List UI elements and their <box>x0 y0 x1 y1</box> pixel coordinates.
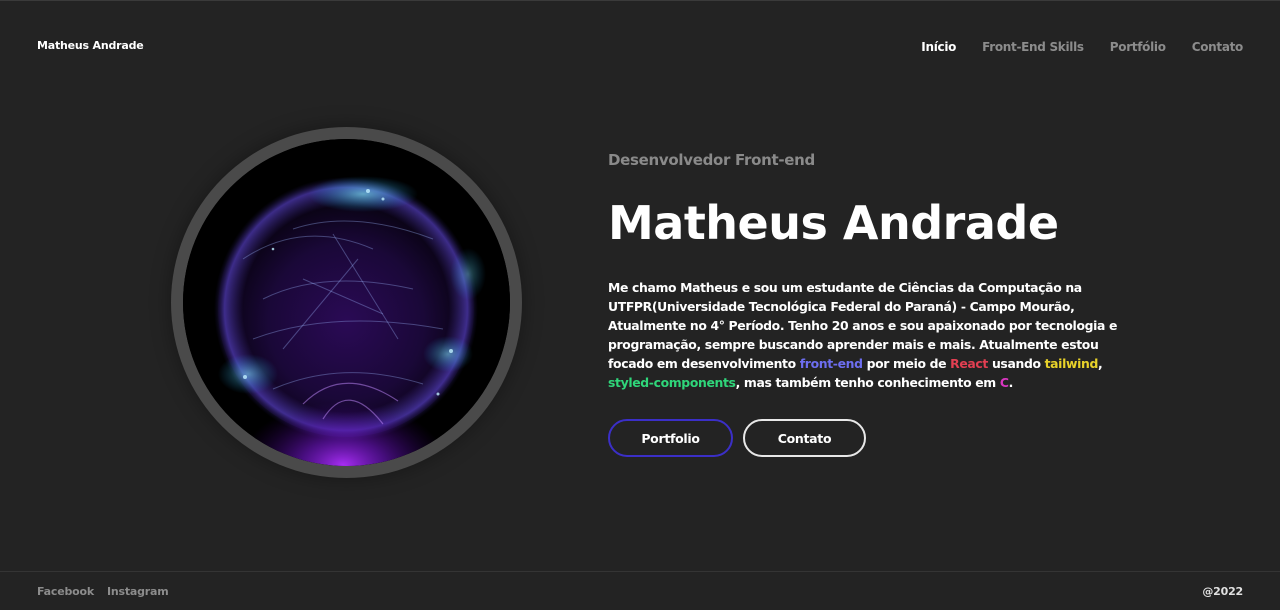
instagram-link[interactable]: Instagram <box>107 585 169 598</box>
highlight-react: React <box>950 356 988 371</box>
about-text-part: usando <box>988 356 1045 371</box>
particle-sphere-icon <box>183 139 510 466</box>
top-border <box>0 0 1280 1</box>
footer-social-links: Facebook Instagram <box>37 585 169 598</box>
portfolio-button[interactable]: Portfolio <box>608 419 733 457</box>
about-text-part: , mas também tenho conhecimento em <box>735 375 1000 390</box>
hero-subtitle: Desenvolvedor Front-end <box>608 151 815 169</box>
contato-button[interactable]: Contato <box>743 419 866 457</box>
highlight-c: C <box>999 375 1009 390</box>
copyright: @2022 <box>1202 585 1243 598</box>
brand-name[interactable]: Matheus Andrade <box>37 39 144 52</box>
about-text-part: por meio de <box>862 356 951 371</box>
nav-front-end-skills[interactable]: Front-End Skills <box>982 40 1084 54</box>
avatar-frame <box>171 127 522 478</box>
avatar-image <box>183 139 510 466</box>
nav-inicio[interactable]: Início <box>921 40 956 54</box>
footer-divider <box>0 571 1280 572</box>
main-nav: Início Front-End Skills Portfólio Contat… <box>921 40 1243 54</box>
highlight-tailwind: tailwind <box>1044 356 1099 371</box>
about-text: Me chamo Matheus e sou um estudante de C… <box>608 278 1138 392</box>
highlight-styled-components: styled-components <box>608 375 736 390</box>
highlight-front-end: front-end <box>799 356 863 371</box>
about-text-part: , <box>1097 356 1103 371</box>
nav-portfolio[interactable]: Portfólio <box>1110 40 1166 54</box>
hero-title: Matheus Andrade <box>608 196 1059 250</box>
facebook-link[interactable]: Facebook <box>37 585 94 598</box>
page: Matheus Andrade Início Front-End Skills … <box>0 0 1280 610</box>
nav-contato[interactable]: Contato <box>1192 40 1244 54</box>
about-text-part: . <box>1008 375 1014 390</box>
